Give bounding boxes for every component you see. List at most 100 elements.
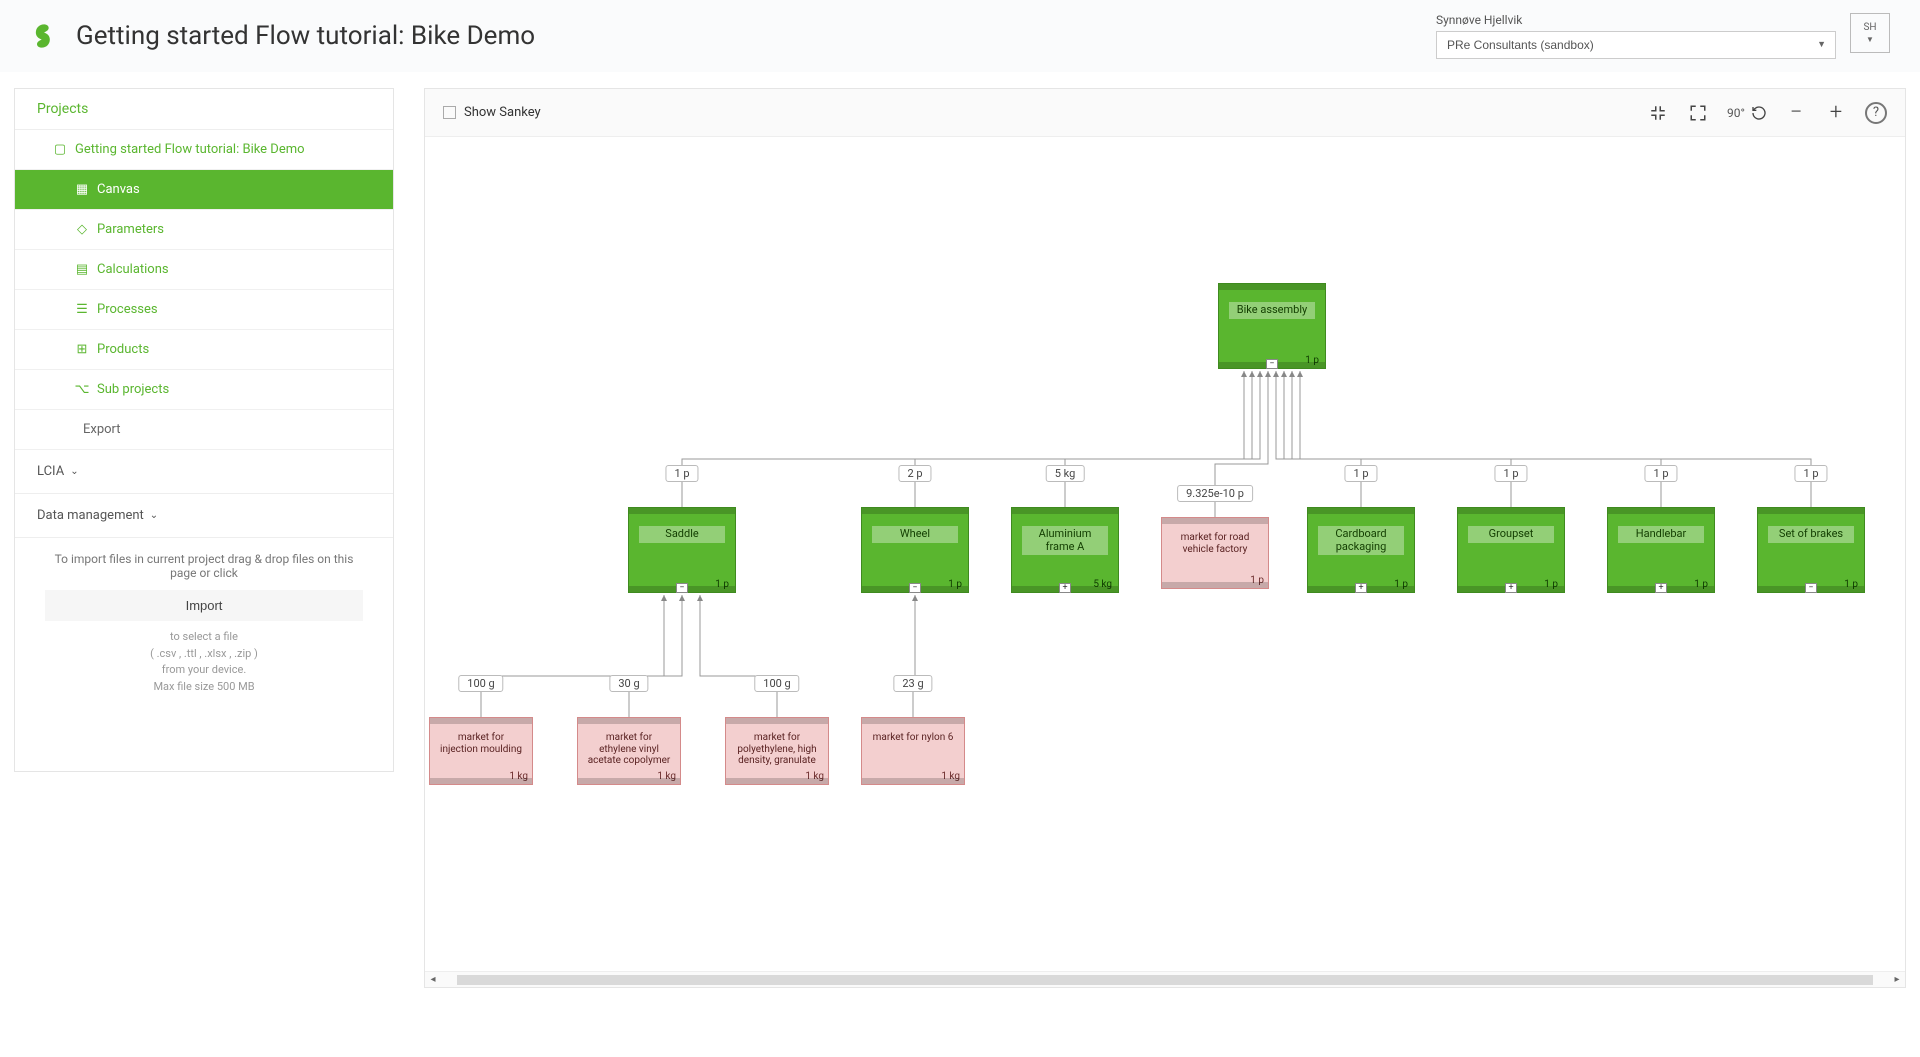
edge-label: 1 p bbox=[1644, 465, 1677, 482]
node-title: Wheel bbox=[872, 526, 958, 543]
project-icon: ▢ bbox=[53, 142, 67, 157]
node-toggle[interactable]: − bbox=[1266, 359, 1278, 369]
help-icon[interactable]: ? bbox=[1865, 102, 1887, 124]
node-toggle[interactable]: + bbox=[1505, 583, 1517, 593]
flow-node[interactable]: market for injection moulding1 kg bbox=[429, 717, 533, 785]
main-panel: Show Sankey 90° − + ? Bik bbox=[424, 88, 1906, 988]
edge-label: 2 p bbox=[898, 465, 931, 482]
import-hint: To import files in current project drag … bbox=[45, 552, 363, 580]
flow-node[interactable]: Groupset1 p+ bbox=[1457, 507, 1565, 593]
flow-node[interactable]: market for road vehicle factory1 p bbox=[1161, 517, 1269, 589]
rotate-button[interactable]: 90° bbox=[1727, 105, 1767, 121]
nav-label: Parameters bbox=[97, 222, 164, 237]
node-title: Bike assembly bbox=[1229, 302, 1315, 319]
user-avatar-menu[interactable]: SH ▼ bbox=[1850, 13, 1890, 53]
flow-node[interactable]: Handlebar1 p+ bbox=[1607, 507, 1715, 593]
avatar-initials: SH bbox=[1863, 22, 1876, 33]
nav-icon: ◇ bbox=[75, 222, 89, 237]
nav-icon: ⌥ bbox=[75, 382, 89, 397]
node-toggle[interactable]: − bbox=[676, 583, 688, 593]
edge-label: 30 g bbox=[609, 675, 648, 692]
node-toggle[interactable]: + bbox=[1655, 583, 1667, 593]
node-toggle[interactable]: − bbox=[1805, 583, 1817, 593]
flow-node[interactable]: Cardboard packaging1 p+ bbox=[1307, 507, 1415, 593]
nav-label: Processes bbox=[97, 302, 158, 317]
flow-node[interactable]: Bike assembly1 p− bbox=[1218, 283, 1326, 369]
edge-label: 23 g bbox=[893, 675, 932, 692]
zoom-out-button[interactable]: − bbox=[1785, 102, 1807, 124]
nav-icon: ▦ bbox=[75, 182, 89, 197]
edge-label: 1 p bbox=[1794, 465, 1827, 482]
sidebar-export[interactable]: Export bbox=[15, 410, 393, 450]
scroll-thumb[interactable] bbox=[457, 975, 1873, 985]
node-toggle[interactable]: − bbox=[909, 583, 921, 593]
page-title: Getting started Flow tutorial: Bike Demo bbox=[76, 21, 1436, 51]
scroll-right-icon[interactable]: ▸ bbox=[1889, 974, 1905, 985]
canvas-toolbar: Show Sankey 90° − + ? bbox=[425, 89, 1905, 137]
sidebar-section-lcia[interactable]: LCIA ⌄ bbox=[15, 450, 393, 494]
node-title: Aluminium frame A bbox=[1022, 526, 1108, 555]
edge-label: 1 p bbox=[1344, 465, 1377, 482]
nav-icon: ▤ bbox=[75, 262, 89, 277]
flow-node[interactable]: market for polyethylene, high density, g… bbox=[725, 717, 829, 785]
import-button[interactable]: Import bbox=[45, 590, 363, 621]
sidebar-project-root-label: Getting started Flow tutorial: Bike Demo bbox=[75, 142, 305, 157]
edge-label: 1 p bbox=[665, 465, 698, 482]
node-title: market for road vehicle factory bbox=[1170, 532, 1260, 555]
flow-node[interactable]: Set of brakes1 p− bbox=[1757, 507, 1865, 593]
nav-label: Canvas bbox=[97, 182, 140, 197]
flow-node[interactable]: Wheel1 p− bbox=[861, 507, 969, 593]
chevron-down-icon: ⌄ bbox=[70, 466, 78, 477]
node-title: market for polyethylene, high density, g… bbox=[734, 732, 820, 767]
node-title: market for injection moulding bbox=[438, 732, 524, 755]
flow-node[interactable]: Aluminium frame A5 kg+ bbox=[1011, 507, 1119, 593]
node-toggle[interactable]: + bbox=[1059, 583, 1071, 593]
node-title: market for nylon 6 bbox=[870, 732, 956, 744]
zoom-in-button[interactable]: + bbox=[1825, 102, 1847, 124]
edge-label: 5 kg bbox=[1046, 465, 1085, 482]
sidebar-item-products[interactable]: ⊞ Products bbox=[15, 330, 393, 370]
sidebar-project-root[interactable]: ▢ Getting started Flow tutorial: Bike De… bbox=[15, 130, 393, 170]
show-sankey-label: Show Sankey bbox=[464, 105, 541, 120]
canvas[interactable]: Bike assembly1 p−Saddle1 p−1 pWheel1 p−2… bbox=[425, 137, 1905, 971]
edge-label: 100 g bbox=[458, 675, 503, 692]
sidebar-projects-header[interactable]: Projects bbox=[15, 89, 393, 130]
node-title: Cardboard packaging bbox=[1318, 526, 1404, 555]
sidebar-item-canvas[interactable]: ▦ Canvas bbox=[15, 170, 393, 210]
import-meta: to select a file ( .csv , .ttl , .xlsx ,… bbox=[45, 629, 363, 695]
nav-label: Sub projects bbox=[97, 382, 169, 397]
app-header: Getting started Flow tutorial: Bike Demo… bbox=[0, 0, 1920, 72]
node-title: Set of brakes bbox=[1768, 526, 1854, 543]
edge-label: 1 p bbox=[1494, 465, 1527, 482]
caret-down-icon: ▼ bbox=[1866, 35, 1874, 44]
show-sankey-checkbox[interactable] bbox=[443, 106, 456, 119]
node-title: market for ethylene vinyl acetate copoly… bbox=[586, 732, 672, 767]
sidebar-item-parameters[interactable]: ◇ Parameters bbox=[15, 210, 393, 250]
scroll-left-icon[interactable]: ◂ bbox=[425, 974, 441, 985]
nav-label: Calculations bbox=[97, 262, 169, 277]
nav-label: Products bbox=[97, 342, 149, 357]
org-select[interactable]: PRe Consultants (sandbox) bbox=[1436, 31, 1836, 59]
app-logo-icon bbox=[30, 22, 58, 50]
nav-icon: ☰ bbox=[75, 302, 89, 317]
collapse-icon[interactable] bbox=[1647, 102, 1669, 124]
expand-icon[interactable] bbox=[1687, 102, 1709, 124]
node-toggle[interactable]: + bbox=[1355, 583, 1367, 593]
edge-label: 9.325e-10 p bbox=[1177, 485, 1253, 502]
user-name: Synnøve Hjellvik bbox=[1436, 13, 1522, 27]
sidebar-item-calculations[interactable]: ▤ Calculations bbox=[15, 250, 393, 290]
sidebar-item-sub-projects[interactable]: ⌥ Sub projects bbox=[15, 370, 393, 410]
flow-node[interactable]: Saddle1 p− bbox=[628, 507, 736, 593]
edge-label: 100 g bbox=[754, 675, 799, 692]
import-dropzone[interactable]: To import files in current project drag … bbox=[15, 538, 393, 709]
node-title: Saddle bbox=[639, 526, 725, 543]
node-title: Handlebar bbox=[1618, 526, 1704, 543]
nav-icon: ⊞ bbox=[75, 342, 89, 357]
flow-node[interactable]: market for nylon 61 kg bbox=[861, 717, 965, 785]
flow-node[interactable]: market for ethylene vinyl acetate copoly… bbox=[577, 717, 681, 785]
chevron-down-icon: ⌄ bbox=[150, 510, 158, 521]
sidebar-section-data-mgmt[interactable]: Data management ⌄ bbox=[15, 494, 393, 538]
sidebar: Projects ▢ Getting started Flow tutorial… bbox=[14, 88, 394, 772]
horizontal-scrollbar[interactable]: ◂ ▸ bbox=[425, 971, 1905, 987]
sidebar-item-processes[interactable]: ☰ Processes bbox=[15, 290, 393, 330]
